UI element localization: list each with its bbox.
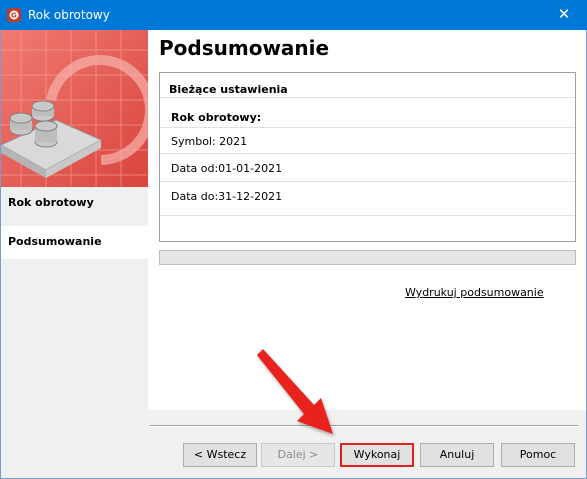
button-separator <box>150 425 578 427</box>
page-title: Podsumowanie <box>159 36 330 60</box>
calendar-coins-banner <box>1 30 148 190</box>
summary-header: Bieżące ustawienia <box>169 83 288 96</box>
wizard-sidebar: Rok obrotowy Podsumowanie <box>1 30 148 410</box>
cancel-button[interactable]: Anuluj <box>420 443 494 467</box>
divider <box>160 215 575 216</box>
symbol-value: Symbol: 2021 <box>171 135 248 148</box>
summary-box: Bieżące ustawienia Rok obrotowy: Symbol:… <box>159 72 576 242</box>
date-from-value: Data od:01-01-2021 <box>171 162 283 175</box>
progress-bar <box>159 250 576 265</box>
sidebar-item-podsumowanie[interactable]: Podsumowanie <box>1 226 148 259</box>
print-summary-link[interactable]: Wydrukuj podsumowanie <box>405 286 544 299</box>
divider <box>160 97 575 98</box>
help-button[interactable]: Pomoc <box>501 443 575 467</box>
divider <box>160 127 575 128</box>
date-to-value: Data do:31-12-2021 <box>171 190 283 203</box>
divider <box>160 181 575 182</box>
app-icon: G <box>7 8 21 22</box>
next-button[interactable]: Dalej > <box>261 443 335 467</box>
sidebar-item-rok-obrotowy[interactable]: Rok obrotowy <box>1 187 148 220</box>
title-bar: G Rok obrotowy ✕ <box>0 0 587 30</box>
section-label: Rok obrotowy: <box>171 111 262 124</box>
back-button[interactable]: < Wstecz <box>183 443 257 467</box>
execute-button[interactable]: Wykonaj <box>340 443 414 467</box>
svg-text:G: G <box>11 12 17 20</box>
window-title: Rok obrotowy <box>28 8 110 22</box>
dialog-frame: Rok obrotowy Podsumowanie Podsumowanie B… <box>0 30 587 479</box>
divider <box>160 153 575 154</box>
close-icon[interactable]: ✕ <box>541 0 587 30</box>
main-panel: Podsumowanie Bieżące ustawienia Rok obro… <box>148 30 586 410</box>
